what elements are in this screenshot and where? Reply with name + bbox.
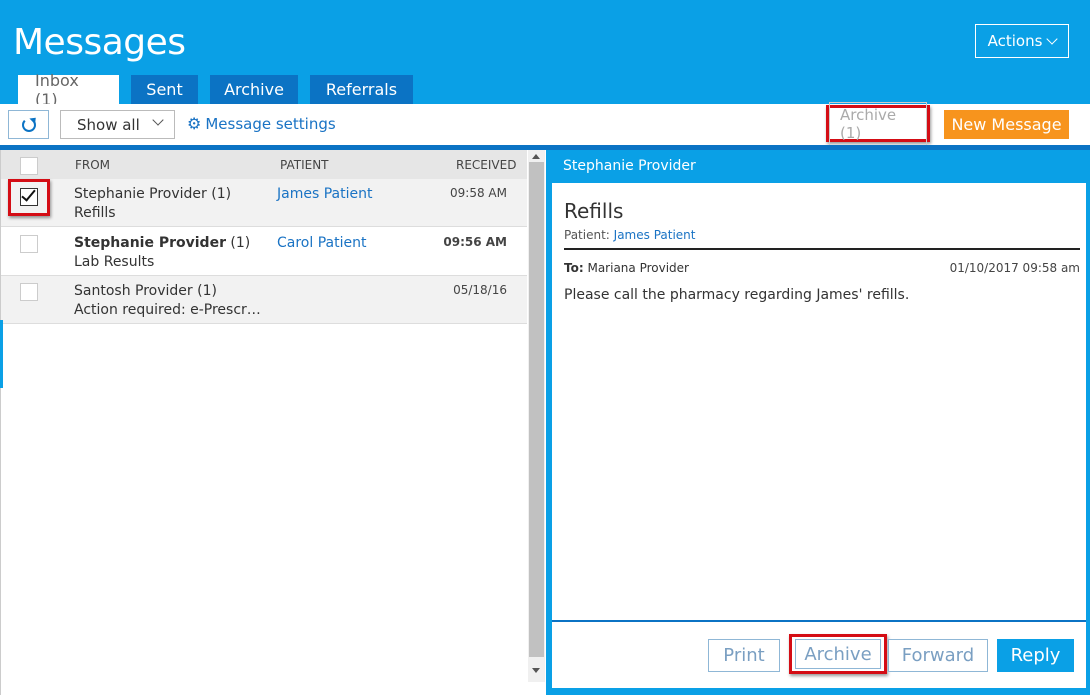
separator [564, 248, 1080, 250]
column-patient[interactable]: PATIENT [280, 158, 329, 172]
refresh-icon [21, 117, 36, 132]
selected-checkbox-highlight [8, 179, 50, 216]
gear-icon: ⚙ [187, 114, 202, 133]
message-settings-link[interactable]: ⚙ Message settings [187, 115, 336, 133]
row-checkbox[interactable] [20, 235, 38, 253]
chevron-down-icon [152, 114, 164, 126]
footer-separator [552, 620, 1086, 622]
row-received: 09:58 AM [450, 186, 507, 200]
select-all-checkbox[interactable] [20, 157, 38, 175]
archive-selected-button-highlight: Archive (1) [826, 101, 930, 146]
row-from: Stephanie Provider (1) [74, 235, 251, 251]
actions-label: Actions [987, 32, 1043, 50]
forward-button[interactable]: Forward [888, 639, 988, 672]
message-recipient: To: Mariana Provider [564, 261, 689, 275]
filter-value: Show all [77, 115, 140, 134]
row-patient-link[interactable]: James Patient [277, 186, 372, 202]
row-received: 05/18/16 [453, 283, 507, 297]
archive-selected-button[interactable]: Archive (1) [829, 101, 927, 146]
scroll-down-arrow-icon[interactable] [532, 668, 540, 673]
row-subject: Lab Results [74, 254, 155, 270]
message-settings-label: Message settings [205, 115, 336, 133]
scroll-up-arrow-icon[interactable] [532, 154, 540, 159]
row-from: Santosh Provider (1) [74, 283, 217, 299]
archive-button-highlight: Archive [789, 634, 887, 674]
table-row[interactable]: Santosh Provider (1) Action required: e-… [1, 276, 527, 324]
row-checkbox-checked[interactable] [20, 186, 38, 206]
tab-referrals[interactable]: Referrals [310, 75, 413, 104]
new-message-button[interactable]: New Message [944, 110, 1069, 139]
row-subject: Action required: e-Prescr… [74, 302, 261, 318]
page-title: Messages [13, 22, 186, 63]
refresh-button[interactable] [8, 110, 49, 139]
list-header: FROM PATIENT RECEIVED [1, 150, 527, 179]
archive-button[interactable]: Archive [795, 639, 881, 669]
row-patient-link[interactable]: Carol Patient [277, 235, 366, 251]
row-checkbox[interactable] [20, 283, 38, 301]
message-detail: Stephanie Provider Refills Patient: Jame… [546, 150, 1090, 695]
chevron-down-icon [1046, 32, 1059, 45]
row-subject: Refills [74, 205, 116, 221]
table-row[interactable]: Stephanie Provider (1) Refills James Pat… [1, 179, 527, 227]
actions-button[interactable]: Actions [975, 24, 1069, 58]
row-received: 09:56 AM [443, 235, 507, 249]
column-from[interactable]: FROM [75, 158, 110, 172]
left-edge-accent [0, 320, 3, 388]
scroll-thumb[interactable] [529, 162, 544, 657]
filter-select[interactable]: Show all [60, 110, 175, 139]
column-received[interactable]: RECEIVED [456, 158, 516, 172]
tab-inbox[interactable]: Inbox (1) [18, 71, 119, 109]
patient-link[interactable]: James Patient [614, 228, 696, 242]
tab-archive[interactable]: Archive [210, 75, 298, 104]
message-date: 01/10/2017 09:58 am [949, 261, 1080, 275]
table-row[interactable]: Stephanie Provider (1) Lab Results Carol… [1, 228, 527, 276]
reply-button[interactable]: Reply [997, 639, 1074, 672]
message-body: Please call the pharmacy regarding James… [564, 287, 910, 303]
message-patient: Patient: James Patient [564, 228, 696, 242]
message-list: FROM PATIENT RECEIVED Stephanie Provider… [0, 150, 546, 695]
message-tabs: Inbox (1) Sent Archive Referrals [18, 71, 425, 109]
detail-body: Refills Patient: James Patient To: Maria… [552, 183, 1086, 688]
checkmark-icon [21, 186, 36, 202]
list-scrollbar[interactable] [528, 150, 545, 682]
detail-sender: Stephanie Provider [546, 150, 1090, 183]
tab-sent[interactable]: Sent [131, 75, 198, 104]
print-button[interactable]: Print [708, 639, 780, 672]
message-subject: Refills [564, 199, 624, 223]
row-from: Stephanie Provider (1) [74, 186, 232, 202]
